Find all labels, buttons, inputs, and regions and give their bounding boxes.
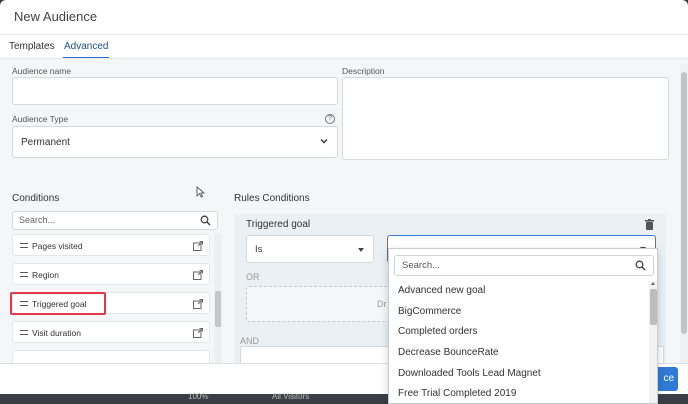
- tab-templates[interactable]: Templates: [9, 41, 55, 52]
- goal-dropdown-scrollbar-thumb[interactable]: [650, 289, 657, 325]
- condition-item-pages-visited[interactable]: Pages visited: [12, 234, 210, 256]
- audience-type-select[interactable]: Permanent: [12, 126, 338, 158]
- goal-dropdown: Search... Advanced new goal BigCommerce …: [388, 248, 658, 404]
- search-icon: [635, 260, 646, 271]
- description-textarea[interactable]: [342, 77, 669, 160]
- conditions-scrollbar-thumb[interactable]: [215, 291, 221, 327]
- background-zoom-text: 100%: [188, 392, 209, 401]
- open-external-icon[interactable]: [192, 240, 204, 252]
- goal-search-input[interactable]: Search...: [394, 255, 654, 276]
- conditions-search-placeholder: Search...: [19, 215, 56, 225]
- modal-title: New Audience: [14, 9, 98, 24]
- drag-handle-icon[interactable]: [20, 272, 28, 277]
- mouse-cursor-icon: [196, 186, 205, 198]
- audience-name-input[interactable]: [12, 77, 338, 105]
- open-external-icon[interactable]: [192, 327, 204, 339]
- background-visitors-text: All Visitors: [272, 392, 310, 401]
- scroll-up-arrow-icon[interactable]: [651, 282, 655, 285]
- rules-conditions-title: Rules Conditions: [234, 193, 310, 204]
- or-label: OR: [246, 272, 260, 282]
- condition-item-visit-duration[interactable]: Visit duration: [12, 321, 210, 343]
- condition-label: Region: [32, 270, 59, 280]
- help-icon[interactable]: ?: [325, 114, 335, 124]
- rule-title: Triggered goal: [246, 219, 311, 230]
- description-label: Description: [342, 66, 385, 76]
- conditions-title: Conditions: [12, 193, 60, 204]
- trash-icon[interactable]: [645, 219, 654, 230]
- tab-advanced[interactable]: Advanced: [64, 41, 108, 52]
- and-label: AND: [240, 336, 260, 346]
- open-external-icon[interactable]: [192, 298, 204, 310]
- caret-down-icon: [358, 248, 364, 252]
- modal-scrollbar-thumb[interactable]: [681, 72, 687, 334]
- conditions-search-input[interactable]: Search...: [12, 211, 218, 230]
- drag-handle-icon[interactable]: [20, 330, 28, 335]
- goal-option[interactable]: Free Trial Completed 2019: [398, 388, 516, 399]
- audience-type-value: Permanent: [21, 137, 70, 148]
- chevron-down-icon: [320, 139, 328, 144]
- operator-value: Is: [255, 244, 263, 255]
- goal-dropdown-scrollbar[interactable]: [649, 281, 657, 403]
- operator-select[interactable]: Is: [246, 235, 374, 263]
- audience-type-label: Audience Type: [12, 114, 69, 124]
- drop-zone-hint: Dr: [377, 299, 387, 309]
- condition-label: Visit duration: [32, 328, 81, 338]
- goal-search-placeholder: Search...: [402, 260, 441, 271]
- open-external-icon[interactable]: [192, 269, 204, 281]
- tab-bar: Templates Advanced: [0, 35, 688, 59]
- highlight-annotation: [10, 292, 106, 315]
- goal-option[interactable]: Advanced new goal: [398, 285, 485, 296]
- goal-option[interactable]: Completed orders: [398, 326, 477, 337]
- condition-item-region[interactable]: Region: [12, 263, 210, 285]
- goal-option[interactable]: BigCommerce: [398, 306, 461, 317]
- goal-option[interactable]: Decrease BounceRate: [398, 347, 499, 358]
- condition-item-partial[interactable]: [12, 350, 210, 363]
- search-icon[interactable]: [200, 215, 211, 226]
- goal-option[interactable]: Downloaded Tools Lead Magnet: [398, 368, 541, 379]
- drag-handle-icon[interactable]: [20, 243, 28, 248]
- modal-scrollbar[interactable]: [680, 64, 688, 364]
- condition-label: Pages visited: [32, 241, 83, 251]
- audience-name-label: Audience name: [12, 66, 72, 76]
